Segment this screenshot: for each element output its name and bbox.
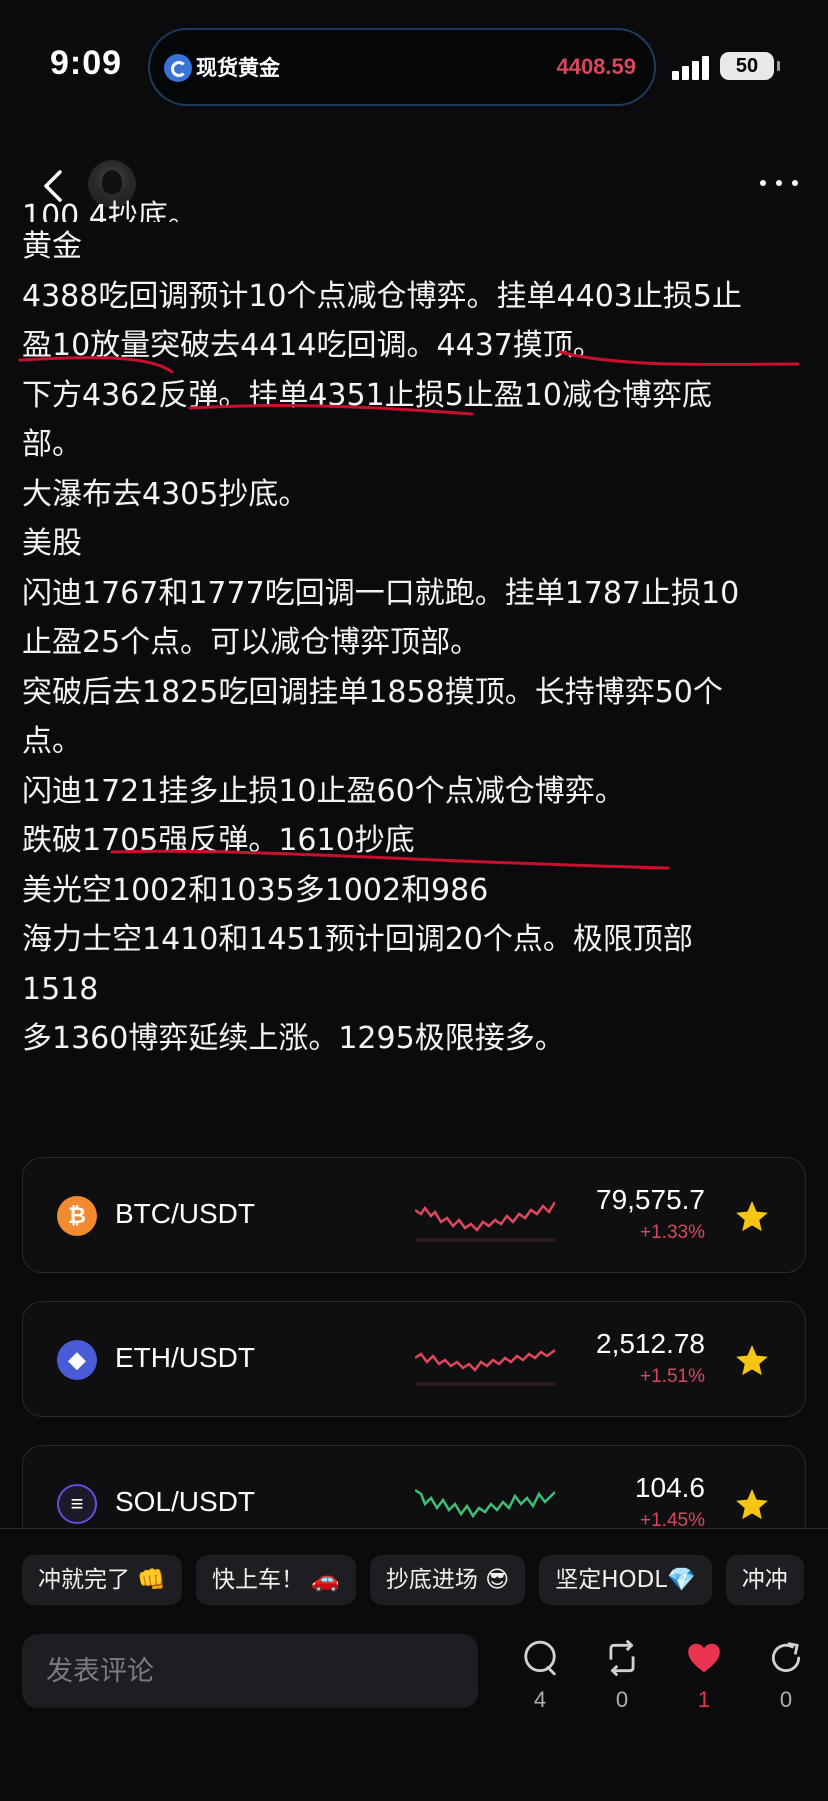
quick-reply-chip[interactable]: 抄底进场 😎	[369, 1555, 526, 1605]
favorite-star-icon[interactable]	[733, 1486, 771, 1524]
post-line: 海力士空1410和1451预计回调20个点。极限顶部	[22, 922, 693, 957]
post-line: 盈10放量突破去4414吃回调。4437摸顶。	[22, 328, 603, 363]
coin-price: 2,512.78	[596, 1328, 705, 1359]
coin-pair: SOL/USDT	[115, 1486, 256, 1517]
coin-pair: BTC/USDT	[115, 1198, 255, 1229]
gold-ticker-icon	[164, 54, 192, 82]
dynamic-island-ticker[interactable]: 现货黄金 4408.59	[148, 28, 656, 106]
quick-reply-chip[interactable]: 冲就完了 👊	[22, 1555, 182, 1605]
comment-input[interactable]	[22, 1634, 478, 1708]
comment-button[interactable]: 4	[515, 1639, 565, 1719]
post-line: 黄金	[22, 229, 82, 264]
sparkline	[415, 1201, 555, 1242]
coin-change: +1.51%	[640, 1366, 705, 1387]
quick-reply-chips: 冲就完了 👊 快上车！ 🚗 抄底进场 😎 坚定HODL💎 冲冲	[22, 1555, 828, 1605]
coin-pair: ETH/USDT	[115, 1342, 255, 1373]
post-line: 下方4362反弹。挂单4351止损5止盈10减仓博弈底	[22, 377, 712, 413]
post-line: 1518	[22, 971, 99, 1007]
ethereum-icon: ◆	[57, 1340, 97, 1380]
post-line: 点。	[22, 724, 82, 759]
favorite-star-icon[interactable]	[733, 1198, 771, 1236]
like-button[interactable]: 1	[679, 1639, 729, 1719]
repost-button[interactable]: 0	[597, 1639, 647, 1719]
favorite-star-icon[interactable]	[733, 1342, 771, 1380]
post-line: 4388吃回调预计10个点减仓博弈。挂单4403止损5止	[22, 278, 742, 314]
post-line: 止盈25个点。可以减仓博弈顶部。	[22, 625, 481, 660]
bottom-panel: 冲就完了 👊 快上车！ 🚗 抄底进场 😎 坚定HODL💎 冲冲 4 0 1 0	[0, 1528, 828, 1801]
coin-card-eth[interactable]: ◆ ETH/USDT 2,512.78 +1.51%	[22, 1301, 806, 1417]
coin-price: 79,575.7	[596, 1184, 705, 1215]
post-line: 闪迪1721挂多止损10止盈60个点减仓博弈。	[22, 773, 625, 809]
repost-icon	[609, 1639, 635, 1677]
post-line: 多1360博弈延续上涨。1295极限接多。	[22, 1021, 565, 1056]
battery-icon: 50	[720, 52, 780, 80]
quick-reply-chip[interactable]: 快上车！ 🚗	[195, 1555, 356, 1605]
bitcoin-icon: ₿	[57, 1196, 97, 1236]
comment-count: 4	[533, 1687, 547, 1712]
post-line: 部。	[22, 427, 82, 462]
ticker-name: 现货黄金	[196, 56, 280, 80]
post-line: 美光空1002和1035多1002和986	[22, 872, 489, 908]
comment-icon	[524, 1640, 556, 1676]
share-button[interactable]: 0	[761, 1639, 811, 1719]
like-count: 1	[697, 1687, 711, 1712]
post-line: 跌破1705强反弹。1610抄底	[22, 823, 415, 858]
coin-change: +1.33%	[640, 1222, 705, 1243]
post-line: 美股	[22, 526, 82, 561]
status-time: 9:09	[50, 44, 123, 82]
post-line: 大瀑布去4305抄底。	[22, 476, 309, 512]
status-bar: 9:09 现货黄金 4408.59 50	[0, 0, 828, 130]
coin-price: 104.6	[634, 1472, 705, 1503]
post-partial-line: 100.4抄底。	[22, 199, 198, 222]
share-count: 0	[779, 1687, 793, 1712]
heart-icon	[688, 1643, 720, 1673]
more-options-icon[interactable]	[760, 178, 800, 188]
post-line: 突破后去1825吃回调挂单1858摸顶。长持博弈50个	[22, 674, 723, 710]
post-line: 闪迪1767和1777吃回调一口就跑。挂单1787止损10	[22, 575, 740, 611]
solana-icon: ≡	[57, 1484, 97, 1524]
ticker-price: 4408.59	[556, 54, 636, 79]
repost-count: 0	[615, 1687, 629, 1712]
signal-icon	[672, 56, 712, 80]
share-icon	[771, 1642, 801, 1672]
quick-reply-chip[interactable]: 冲冲	[725, 1555, 804, 1605]
post-body: 100.4抄底。 黄金 4388吃回调预计10个点减仓博弈。挂单4403止损5止…	[22, 199, 802, 1064]
quick-reply-chip[interactable]: 坚定HODL💎	[539, 1555, 712, 1605]
sparkline	[415, 1349, 555, 1386]
coin-card-btc[interactable]: ₿ BTC/USDT 79,575.7 +1.33%	[22, 1157, 806, 1273]
